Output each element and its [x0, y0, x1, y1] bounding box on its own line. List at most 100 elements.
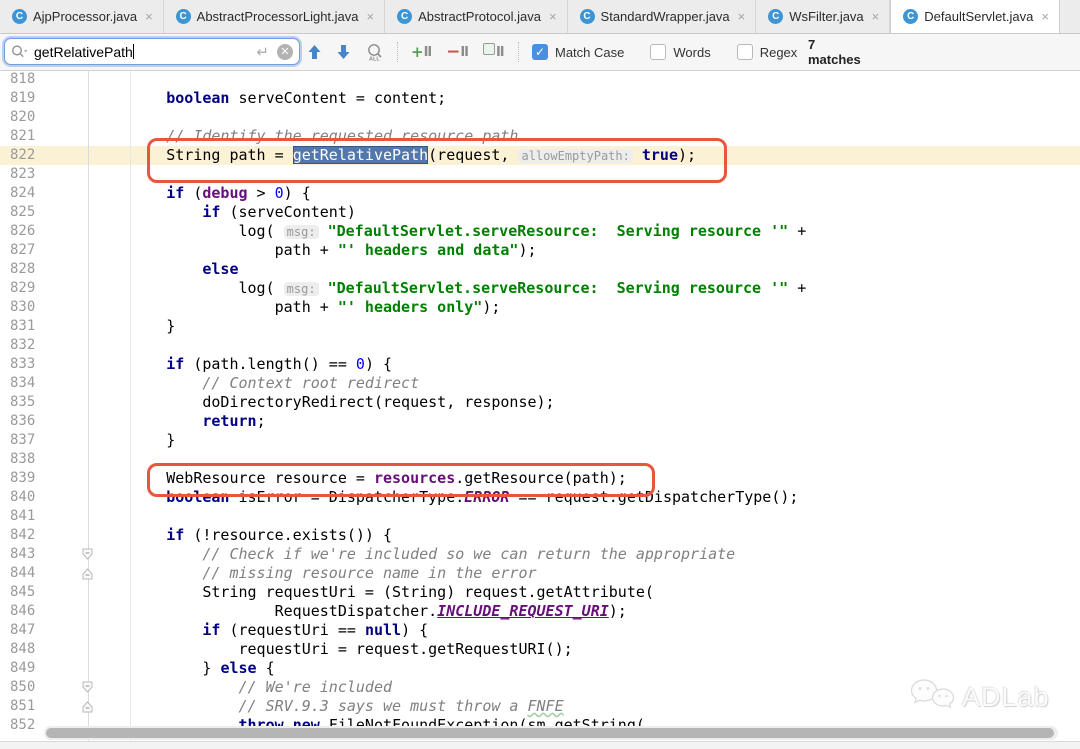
- line-number: 826: [10, 222, 35, 241]
- close-tab-icon[interactable]: ×: [1041, 10, 1049, 23]
- line-number: 847: [10, 621, 35, 640]
- close-tab-icon[interactable]: ×: [549, 10, 557, 23]
- line-number: 824: [10, 184, 35, 203]
- checkbox-icon[interactable]: [737, 44, 753, 60]
- close-tab-icon[interactable]: ×: [872, 10, 880, 23]
- line-number: 846: [10, 602, 35, 621]
- tab-label: DefaultServlet.java: [924, 9, 1033, 24]
- match-count: 7 matches: [808, 37, 861, 67]
- code-line-842: if (!resource.exists()) {: [94, 526, 806, 545]
- code-line-850: // We're included: [94, 678, 806, 697]
- code-line-835: doDirectoryRedirect(request, response);: [94, 393, 806, 412]
- clear-search-icon[interactable]: ✕: [277, 44, 293, 60]
- line-number: 832: [10, 336, 35, 355]
- line-number: 844: [10, 564, 35, 583]
- line-number: 839: [10, 469, 35, 488]
- select-all-occurrences-icon[interactable]: Ⅱ: [483, 45, 505, 60]
- fold-down-icon[interactable]: [81, 681, 94, 699]
- toggle-words[interactable]: Words: [650, 44, 710, 60]
- close-tab-icon[interactable]: ×: [367, 10, 375, 23]
- code-line-848: requestUri = request.getRequestURI();: [94, 640, 806, 659]
- code-line-832: [94, 336, 806, 355]
- code-line-845: String requestUri = (String) request.get…: [94, 583, 806, 602]
- line-number: 818: [10, 70, 35, 89]
- tab-abstractprocessorlight-java[interactable]: CAbstractProcessorLight.java×: [164, 0, 385, 33]
- code-line-834: // Context root redirect: [94, 374, 806, 393]
- line-number: 849: [10, 659, 35, 678]
- line-number: 821: [10, 127, 35, 146]
- toggle-label: Regex: [760, 45, 798, 60]
- code-line-819: boolean serveContent = content;: [94, 89, 806, 108]
- code-line-820: [94, 108, 806, 127]
- line-number: 852: [10, 716, 35, 735]
- horizontal-scrollbar-thumb[interactable]: [46, 728, 1054, 738]
- code-line-830: path + "' headers only");: [94, 298, 806, 317]
- class-icon: C: [397, 9, 412, 24]
- tab-label: AjpProcessor.java: [33, 9, 137, 24]
- code-line-841: [94, 507, 806, 526]
- line-number: 820: [10, 108, 35, 127]
- line-numbers: 8188198208218228238248258268278288298308…: [10, 70, 35, 735]
- search-query-text: getRelativePath: [34, 44, 256, 60]
- remove-selection-icon[interactable]: −Ⅱ: [446, 42, 469, 62]
- line-number: 828: [10, 260, 35, 279]
- chat-bubbles-logo-icon: [910, 676, 956, 719]
- line-number: 837: [10, 431, 35, 450]
- tab-ajpprocessor-java[interactable]: C AjpProcessor.java ×: [0, 0, 164, 33]
- add-selection-icon[interactable]: +Ⅱ: [411, 43, 432, 61]
- svg-text:ALL: ALL: [369, 56, 380, 62]
- tab-abstractprotocol-java[interactable]: C AbstractProtocol.java ×: [385, 0, 567, 33]
- tab-defaultservlet-java[interactable]: CDefaultServlet.java×: [890, 0, 1060, 33]
- code-line-837: }: [94, 431, 806, 450]
- close-tab-icon[interactable]: ×: [738, 10, 746, 23]
- search-icon: [11, 44, 28, 59]
- line-number: 848: [10, 640, 35, 659]
- code-line-847: if (requestUri == null) {: [94, 621, 806, 640]
- code-line-836: return;: [94, 412, 806, 431]
- find-options: ✓Match CaseWordsRegex7 matches: [532, 34, 823, 70]
- line-number: 830: [10, 298, 35, 317]
- fold-down-icon[interactable]: [81, 548, 94, 566]
- find-previous-icon[interactable]: [307, 44, 322, 60]
- find-all-occurrences-icon[interactable]: ALL: [365, 43, 384, 62]
- line-number: 845: [10, 583, 35, 602]
- tab-label: AbstractProtocol.java: [418, 9, 541, 24]
- line-number: 851: [10, 697, 35, 716]
- line-number: 850: [10, 678, 35, 697]
- code-line-846: RequestDispatcher.INCLUDE_REQUEST_URI);: [94, 602, 806, 621]
- code-line-827: path + "' headers and data");: [94, 241, 806, 260]
- tab-label: AbstractProcessorLight.java: [197, 9, 359, 24]
- line-number: 823: [10, 165, 35, 184]
- code-line-826: log( msg: "DefaultServlet.serveResource:…: [94, 222, 806, 241]
- line-number: 838: [10, 450, 35, 469]
- annotation-highlight-box-lines-839: [147, 463, 655, 497]
- code-line-833: if (path.length() == 0) {: [94, 355, 806, 374]
- toggle-label: Words: [673, 45, 710, 60]
- fold-up-icon[interactable]: [81, 567, 94, 585]
- text-caret: [133, 44, 134, 59]
- tab-wsfilter-java[interactable]: CWsFilter.java×: [756, 0, 890, 33]
- line-number: 834: [10, 374, 35, 393]
- code-line-824: if (debug > 0) {: [94, 184, 806, 203]
- tab-label: WsFilter.java: [789, 9, 863, 24]
- toggle-regex[interactable]: Regex: [737, 44, 798, 60]
- checkbox-icon[interactable]: [650, 44, 666, 60]
- line-number: 835: [10, 393, 35, 412]
- line-number: 843: [10, 545, 35, 564]
- toolbar-separator: [518, 42, 519, 62]
- toggle-match-case[interactable]: ✓Match Case: [532, 44, 624, 60]
- line-number: 842: [10, 526, 35, 545]
- search-input[interactable]: getRelativePath ↵ ✕: [4, 38, 300, 65]
- find-next-icon[interactable]: [336, 44, 351, 60]
- checkbox-icon[interactable]: ✓: [532, 44, 548, 60]
- class-icon: C: [12, 9, 27, 24]
- code-line-849: } else {: [94, 659, 806, 678]
- parameter-hint: msg:: [284, 225, 319, 239]
- code-line-818: [94, 70, 806, 89]
- tab-label: StandardWrapper.java: [601, 9, 730, 24]
- close-tab-icon[interactable]: ×: [145, 10, 153, 23]
- tab-standardwrapper-java[interactable]: CStandardWrapper.java×: [568, 0, 757, 33]
- fold-up-icon[interactable]: [81, 700, 94, 718]
- code-line-851: // SRV.9.3 says we must throw a FNFE: [94, 697, 806, 716]
- line-number: 841: [10, 507, 35, 526]
